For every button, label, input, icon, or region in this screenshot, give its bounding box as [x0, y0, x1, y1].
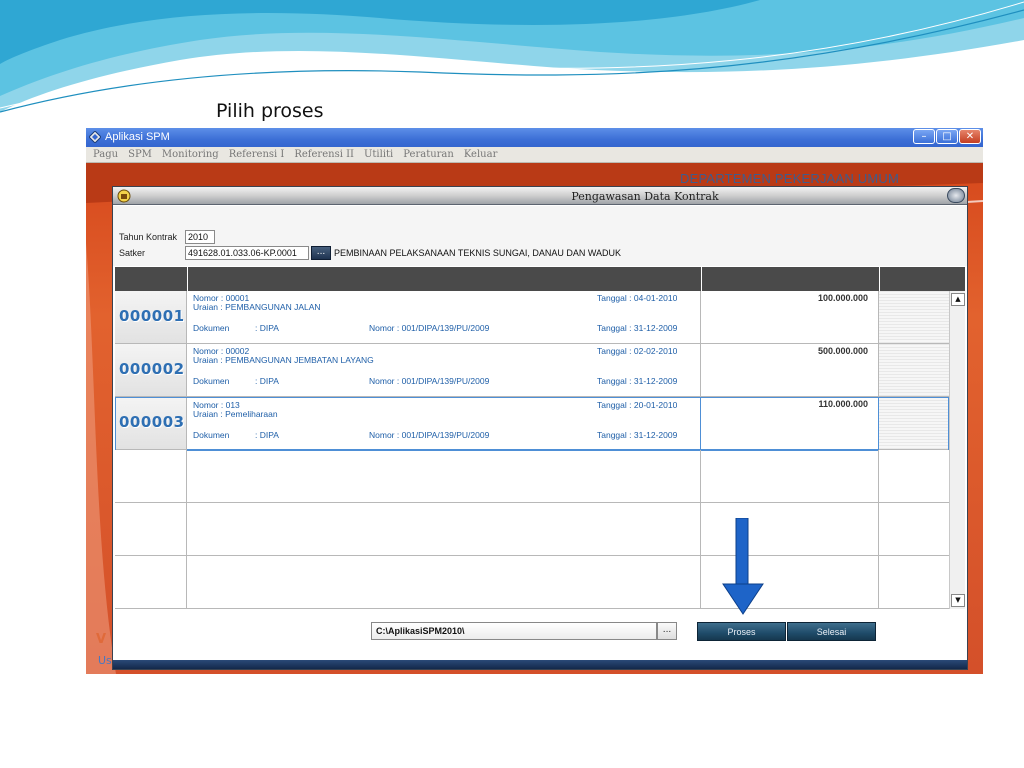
row-amount: 110.000.000: [818, 399, 868, 409]
row-code: 000002: [119, 360, 185, 378]
contract-dialog: Pengawasan Data Kontrak Tahun Kontrak 20…: [112, 186, 968, 670]
row-extra-cell: [879, 344, 949, 397]
row-description-cell: Nomor : 00001 Uraian : PEMBANGUNAN JALAN…: [187, 291, 701, 344]
row-tanggal: Tanggal : 02-02-2010: [597, 346, 678, 356]
row-uraian: Uraian : PEMBANGUNAN JEMBATAN LAYANG: [193, 355, 374, 365]
row-dok-tanggal: Tanggal : 31-12-2009: [597, 323, 678, 333]
empty-row[interactable]: [115, 450, 949, 503]
row-dok-nomor: Nomor : 001/DIPA/139/PU/2009: [369, 430, 490, 440]
row-description-cell: Nomor : 00002 Uraian : PEMBANGUNAN JEMBA…: [187, 344, 701, 397]
table-row[interactable]: 000002 Nomor : 00002 Uraian : PEMBANGUNA…: [115, 344, 949, 397]
row-extra-cell: [879, 556, 949, 609]
menu-bar: Pagu SPM Monitoring Referensi I Referens…: [86, 147, 983, 163]
row-dokumen-label: Dokumen: [193, 323, 230, 333]
dialog-title: Pengawasan Data Kontrak: [571, 190, 719, 203]
path-input[interactable]: C:\AplikasiSPM2010\: [371, 622, 657, 640]
tahun-label: Tahun Kontrak: [119, 232, 178, 242]
department-banner: DEPARTEMEN PEKERJAAN UMUM: [680, 171, 900, 186]
row-code-cell: 000001: [115, 291, 187, 344]
dialog-close-knob[interactable]: [947, 188, 965, 203]
dialog-footer-bar: [113, 660, 967, 669]
window-controls: – □ ✕: [913, 129, 981, 145]
satker-name: PEMBINAAN PELAKSANAAN TEKNIS SUNGAI, DAN…: [334, 248, 622, 258]
row-code-cell: [115, 450, 187, 503]
slide-title: Pilih proses: [216, 100, 324, 122]
vertical-scrollbar[interactable]: ▲ ▼: [949, 291, 965, 609]
row-amount-cell: 110.000.000: [701, 397, 879, 450]
menu-referensi-1[interactable]: Referensi I: [224, 147, 290, 162]
table-row[interactable]: 000001 Nomor : 00001 Uraian : PEMBANGUNA…: [115, 291, 949, 344]
row-dok-nomor: Nomor : 001/DIPA/139/PU/2009: [369, 323, 490, 333]
row-description-cell: [187, 450, 701, 503]
row-amount-cell: 100.000.000: [701, 291, 879, 344]
selesai-button[interactable]: Selesai: [787, 622, 876, 641]
row-tanggal: Tanggal : 04-01-2010: [597, 293, 678, 303]
menu-utiliti[interactable]: Utiliti: [359, 147, 398, 162]
row-dok-nomor: Nomor : 001/DIPA/139/PU/2009: [369, 376, 490, 386]
menu-pagu[interactable]: Pagu: [88, 147, 123, 162]
row-dokumen-value: : DIPA: [255, 323, 279, 333]
side-text: Us: [98, 654, 112, 667]
minimize-button[interactable]: –: [913, 129, 935, 144]
row-code-cell: 000002: [115, 344, 187, 397]
row-code-cell: [115, 503, 187, 556]
row-amount-cell: 500.000.000: [701, 344, 879, 397]
app-window: Aplikasi SPM – □ ✕ Pagu SPM Monitoring R…: [86, 128, 983, 674]
slide: Pilih proses Aplikasi SPM – □ ✕ Pagu SPM…: [0, 0, 1024, 768]
proses-button[interactable]: Proses: [697, 622, 786, 641]
row-description-cell: Nomor : 013 Uraian : Pemeliharaan Dokume…: [187, 397, 701, 450]
row-dokumen-value: : DIPA: [255, 376, 279, 386]
row-code-cell: 000003: [115, 397, 187, 450]
row-dok-tanggal: Tanggal : 31-12-2009: [597, 376, 678, 386]
row-extra-cell: [879, 503, 949, 556]
maximize-button[interactable]: □: [936, 129, 958, 144]
scroll-up-button[interactable]: ▲: [951, 293, 965, 306]
row-extra-cell: [879, 450, 949, 503]
satker-code-input[interactable]: 491628.01.033.06-KP.0001: [185, 246, 309, 260]
menu-referensi-2[interactable]: Referensi II: [289, 147, 359, 162]
table-row-selected[interactable]: 000003 Nomor : 013 Uraian : Pemeliharaan…: [115, 397, 949, 451]
app-icon: [89, 131, 101, 143]
grid-header: [115, 267, 965, 291]
empty-row[interactable]: [115, 503, 949, 556]
scroll-down-button[interactable]: ▼: [951, 594, 965, 607]
row-tanggal: Tanggal : 20-01-2010: [597, 400, 678, 410]
side-letter: V: [96, 632, 107, 647]
menu-monitoring[interactable]: Monitoring: [157, 147, 224, 162]
row-description-cell: [187, 503, 701, 556]
row-extra-cell: [879, 397, 949, 450]
satker-label: Satker: [119, 248, 146, 258]
row-amount-cell: [701, 450, 879, 503]
row-uraian: Uraian : Pemeliharaan: [193, 409, 278, 419]
row-dokumen-label: Dokumen: [193, 430, 230, 440]
tahun-input[interactable]: 2010: [185, 230, 215, 244]
row-amount: 500.000.000: [817, 346, 868, 356]
menu-keluar[interactable]: Keluar: [459, 147, 503, 162]
window-title: Aplikasi SPM: [105, 131, 170, 143]
row-dokumen-label: Dokumen: [193, 376, 230, 386]
row-code: 000001: [119, 307, 185, 325]
dialog-titlebar[interactable]: Pengawasan Data Kontrak: [113, 187, 967, 205]
path-browse-button[interactable]: ...: [657, 622, 677, 640]
row-extra-cell: [879, 291, 949, 344]
empty-row[interactable]: [115, 556, 949, 609]
satker-browse-button[interactable]: ...: [311, 246, 331, 260]
wave-header-decoration: [0, 0, 1024, 113]
row-dok-tanggal: Tanggal : 31-12-2009: [597, 430, 678, 440]
row-code-cell: [115, 556, 187, 609]
close-button[interactable]: ✕: [959, 129, 981, 144]
menu-spm[interactable]: SPM: [123, 147, 157, 162]
down-arrow-icon: [722, 518, 764, 615]
menu-peraturan[interactable]: Peraturan: [398, 147, 459, 162]
row-description-cell: [187, 556, 701, 609]
window-titlebar[interactable]: Aplikasi SPM – □ ✕: [86, 128, 983, 147]
row-amount: 100.000.000: [817, 293, 868, 303]
row-dokumen-value: : DIPA: [255, 430, 279, 440]
row-uraian: Uraian : PEMBANGUNAN JALAN: [193, 302, 321, 312]
row-code: 000003: [119, 413, 185, 431]
contract-grid: 000001 Nomor : 00001 Uraian : PEMBANGUNA…: [115, 267, 965, 609]
